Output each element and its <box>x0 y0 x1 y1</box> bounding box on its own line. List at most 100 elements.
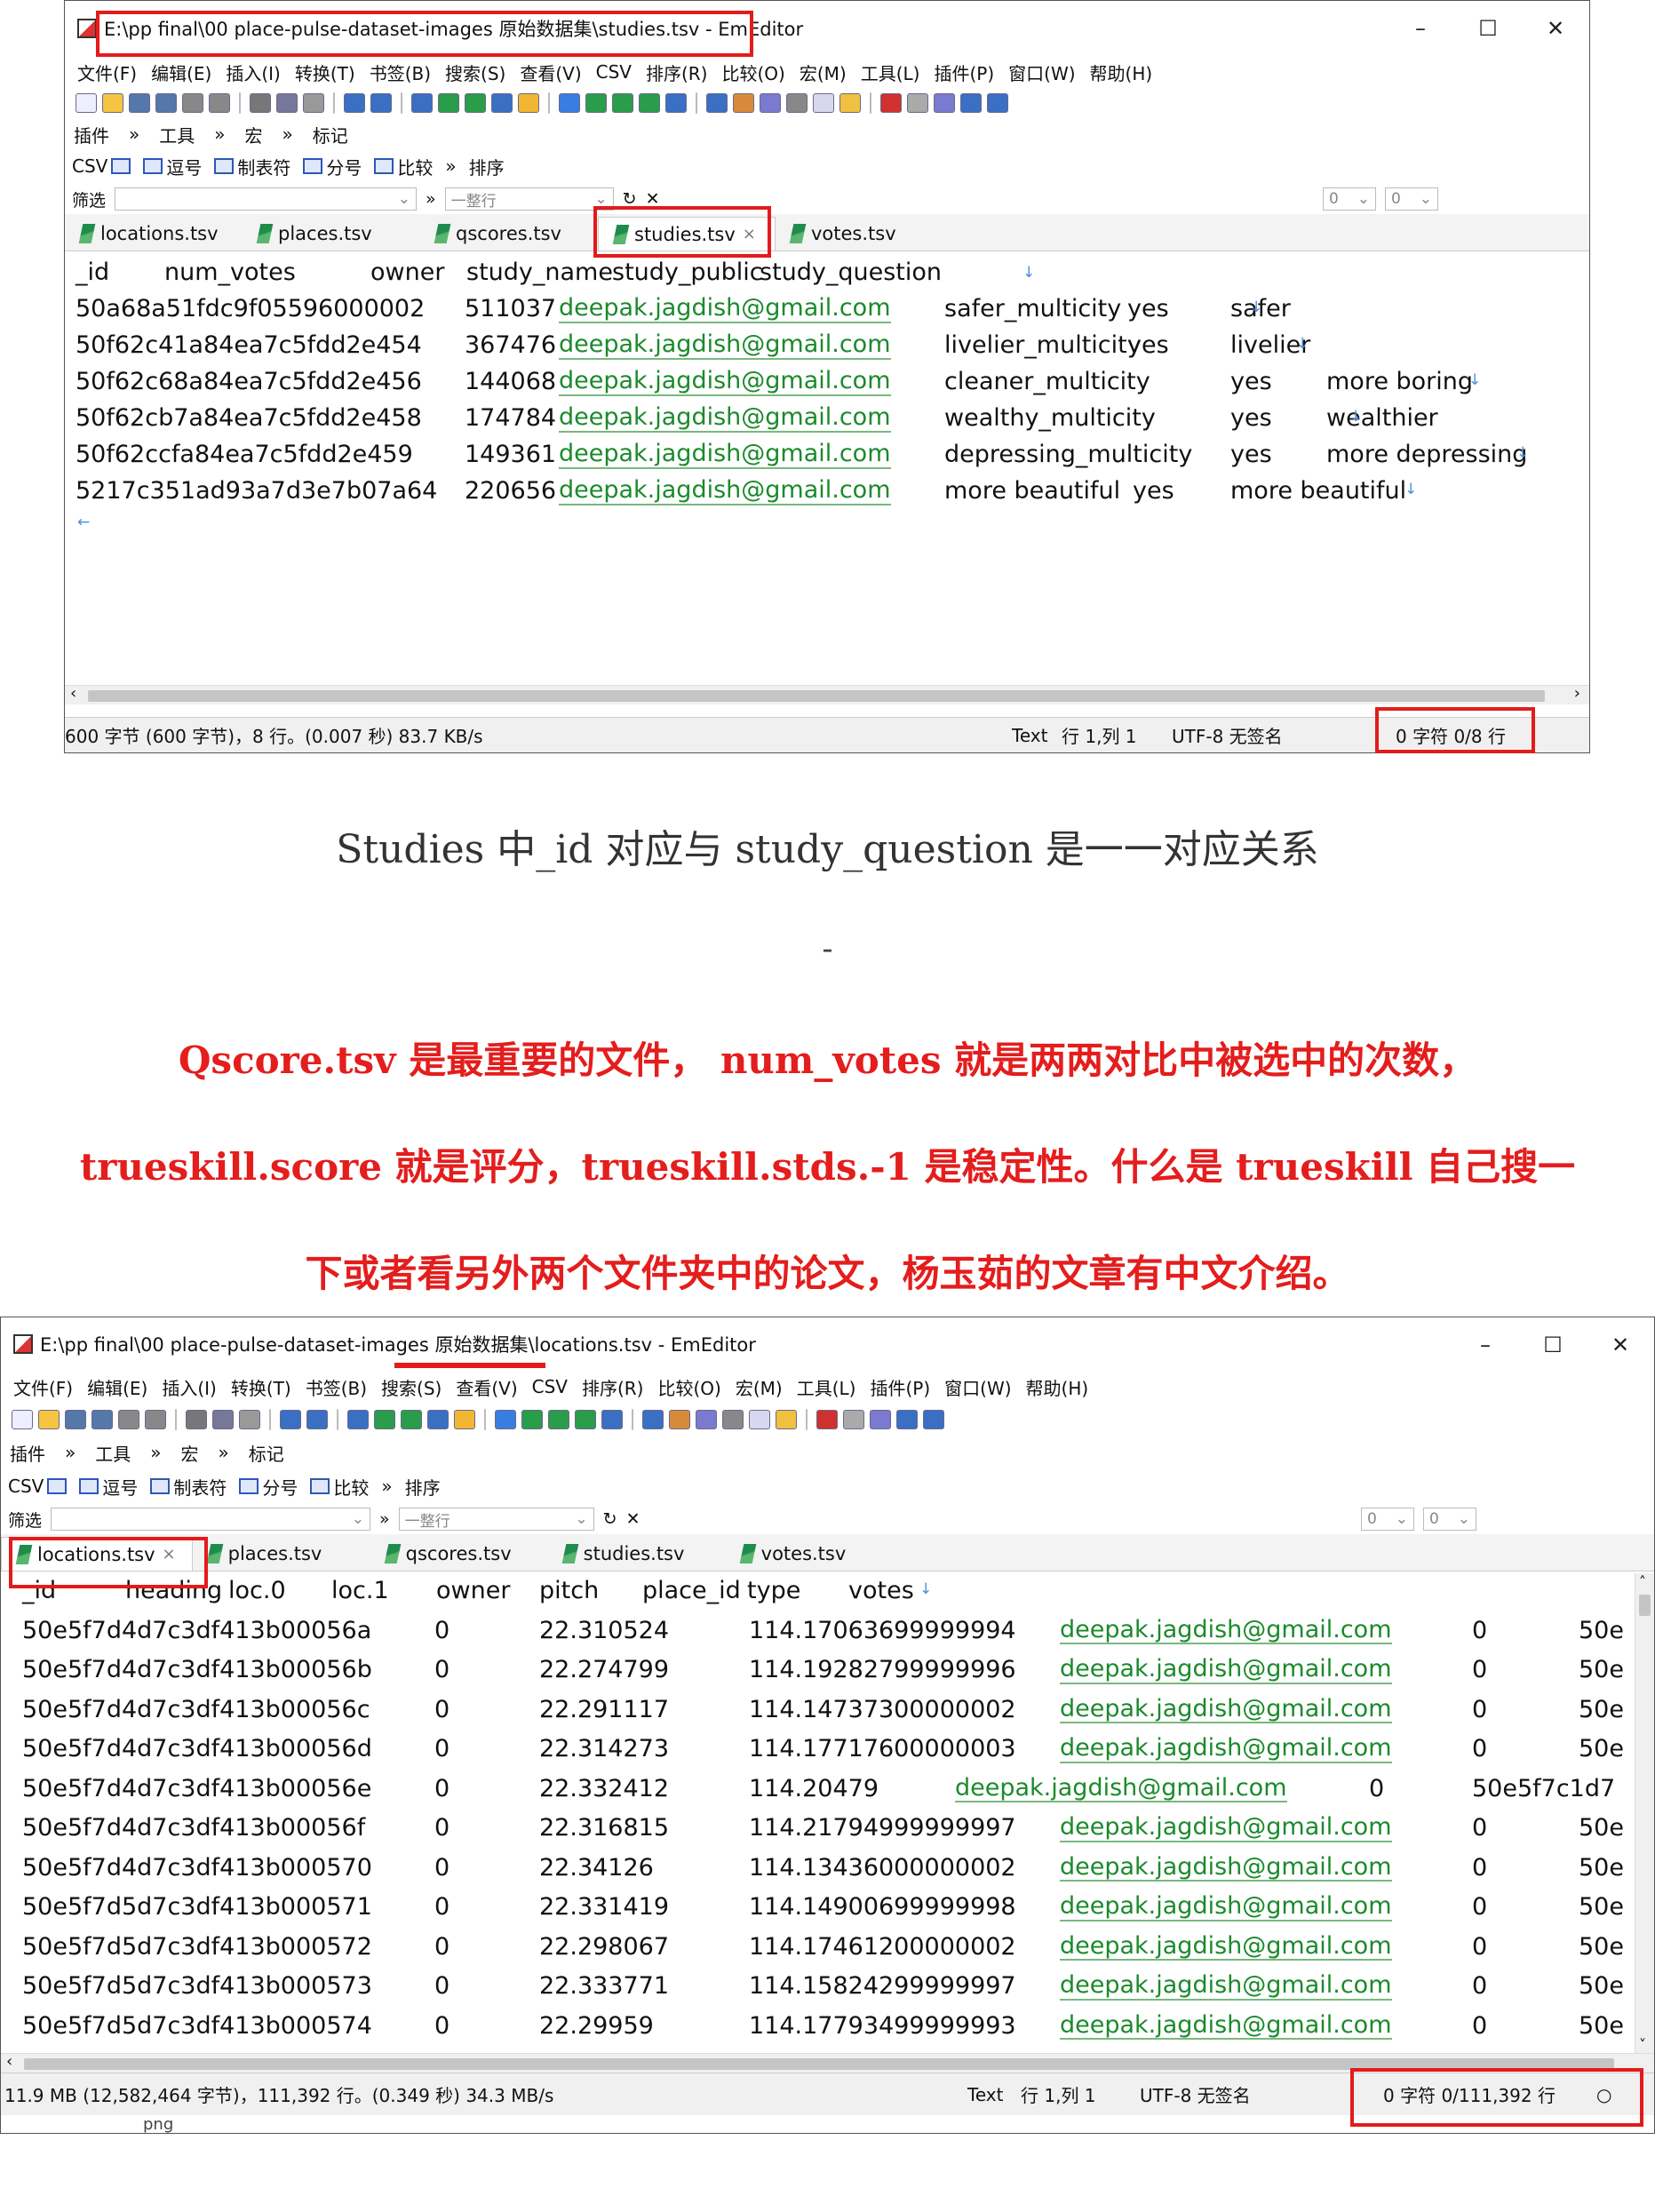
email-link[interactable]: deepak.jagdish@gmail.com <box>1060 1616 1392 1645</box>
compare-button[interactable]: 比较 <box>310 1474 369 1500</box>
menu-item[interactable]: 编辑(E) <box>87 1374 147 1400</box>
tab-studies[interactable]: studies.tsv <box>548 1537 726 1571</box>
column-header[interactable]: num_votes <box>164 259 296 286</box>
table-row[interactable]: 50e5f7d5d7c3df413b000572 0 22.298067 114.17… <box>1 1932 1654 1973</box>
table-row[interactable]: 50e5f7d4d7c3df413b00056c 0 22.291117 114.14… <box>1 1695 1654 1736</box>
filter-input[interactable]: ⌄ <box>51 1508 371 1531</box>
table-row[interactable]: 50e5f7d4d7c3df413b00056e 0 22.332412 114.20… <box>1 1774 1654 1815</box>
menu-item[interactable]: 搜索(S) <box>445 60 505 85</box>
table-row[interactable]: 50e5f7d4d7c3df413b00056d 0 22.314273 114.17… <box>1 1735 1654 1775</box>
menu-item[interactable]: 插件(P) <box>934 60 994 85</box>
close-icon[interactable]: × <box>743 225 756 243</box>
tool-icon[interactable] <box>786 93 808 113</box>
filter-input[interactable]: ⌄ <box>115 187 418 211</box>
email-link[interactable]: deepak.jagdish@gmail.com <box>1060 1932 1392 1961</box>
save-all-icon[interactable] <box>92 1410 113 1429</box>
email-link[interactable]: deepak.jagdish@gmail.com <box>1060 1853 1392 1882</box>
scrollbar-thumb[interactable] <box>1639 1595 1651 1616</box>
table-row[interactable]: 50f62c68a84ea7c5fdd2e456 144068 deepak.jag… <box>65 368 1589 404</box>
email-link[interactable]: deepak.jagdish@gmail.com <box>1060 1893 1392 1922</box>
menu-item[interactable]: 工具(L) <box>861 60 920 85</box>
copy-icon[interactable] <box>276 93 298 113</box>
tab-locations[interactable]: locations.tsv × <box>1 1537 193 1571</box>
table-row[interactable]: 50f62ccfa84ea7c5fdd2e459 149361 deepak.jag… <box>65 441 1589 477</box>
status-encoding[interactable]: UTF-8 无签名 <box>1172 722 1283 748</box>
undo-icon[interactable] <box>280 1410 301 1429</box>
macro-icon[interactable] <box>870 1410 891 1429</box>
macros-label[interactable]: 宏 <box>245 122 263 147</box>
open-folder-icon[interactable] <box>102 93 123 113</box>
paste-icon[interactable] <box>239 1410 260 1429</box>
horizontal-scrollbar[interactable]: ‹ › <box>65 684 1589 704</box>
table-row[interactable]: 50f62c41a84ea7c5fdd2e454 367476 deepak.jag… <box>65 331 1589 368</box>
menu-item[interactable]: 窗口(W) <box>944 1374 1011 1400</box>
print-icon[interactable] <box>118 1410 139 1429</box>
minimize-button[interactable]: – <box>1452 1317 1519 1373</box>
window-icon[interactable] <box>612 93 633 113</box>
table-row[interactable]: 50f62cb7a84ea7c5fdd2e458 174784 deepak.jag… <box>65 404 1589 441</box>
menu-item[interactable]: 比较(O) <box>658 1374 721 1400</box>
plugins-label[interactable]: 插件 <box>10 1440 45 1466</box>
email-link[interactable]: deepak.jagdish@gmail.com <box>559 477 891 505</box>
config-icon[interactable] <box>706 93 728 113</box>
minimize-button[interactable]: – <box>1387 1 1454 56</box>
email-link[interactable]: deepak.jagdish@gmail.com <box>559 441 891 469</box>
overflow-chevron-icon[interactable]: » <box>214 123 225 145</box>
save-icon[interactable] <box>65 1410 86 1429</box>
print-icon[interactable] <box>182 93 203 113</box>
menu-item[interactable]: 转换(T) <box>231 1374 291 1400</box>
semicolon-mode-button[interactable]: 分号 <box>239 1474 298 1500</box>
compare-button[interactable]: 比较 <box>374 154 433 179</box>
csv-mode-button[interactable]: CSV <box>72 155 131 177</box>
menu-item[interactable]: 宏(M) <box>800 60 847 85</box>
list-icon[interactable] <box>839 93 861 113</box>
tool-icon[interactable] <box>696 1410 717 1429</box>
find-icon[interactable] <box>411 93 433 113</box>
email-link[interactable]: deepak.jagdish@gmail.com <box>559 368 891 396</box>
undo-icon[interactable] <box>344 93 365 113</box>
semicolon-mode-button[interactable]: 分号 <box>303 154 362 179</box>
studies-grid[interactable]: _id num_votes owner study_name study_public s… <box>65 253 1589 680</box>
filter-number-select[interactable]: 0 ⌄ <box>1361 1508 1414 1531</box>
maximize-button[interactable]: ☐ <box>1519 1317 1587 1373</box>
paste-icon[interactable] <box>303 93 324 113</box>
highlight-icon[interactable] <box>518 93 539 113</box>
tab-studies[interactable]: studies.tsv × <box>598 217 776 251</box>
split-icon[interactable] <box>521 1410 543 1429</box>
menu-item[interactable]: 宏(M) <box>736 1374 783 1400</box>
view-icon[interactable] <box>813 93 834 113</box>
view-icon[interactable] <box>749 1410 770 1429</box>
config-icon[interactable] <box>642 1410 664 1429</box>
print-preview-icon[interactable] <box>145 1410 166 1429</box>
column-header[interactable]: owner <box>370 259 444 286</box>
menu-item[interactable]: 帮助(H) <box>1090 60 1153 85</box>
column-header[interactable]: loc.0 <box>228 1577 286 1604</box>
menu-item[interactable]: 插件(P) <box>870 1374 930 1400</box>
locations-grid[interactable]: _id heading loc.0 loc.1 owner pitch place_id ty… <box>1 1573 1654 2053</box>
email-link[interactable]: deepak.jagdish@gmail.com <box>1060 1656 1392 1684</box>
table-row[interactable]: 50e5f7d5d7c3df413b000571 0 22.331419 114.14… <box>1 1893 1654 1933</box>
split-icon[interactable] <box>585 93 607 113</box>
new-file-icon[interactable] <box>12 1410 33 1429</box>
wrench-icon[interactable] <box>923 1410 944 1429</box>
table-row[interactable]: 50e5f7d4d7c3df413b00056f 0 22.316815 114.21… <box>1 1814 1654 1854</box>
table-row[interactable]: 50e5f7d4d7c3df413b00056a 0 22.310524 114.17… <box>1 1616 1654 1657</box>
filter-number-select[interactable]: 0 ⌄ <box>1423 1508 1476 1531</box>
overflow-chevron-icon[interactable]: » <box>445 155 456 177</box>
menu-item[interactable]: 排序(R) <box>582 1374 644 1400</box>
overflow-chevron-icon[interactable]: » <box>426 189 436 209</box>
table-row[interactable]: 50a68a51fdc9f05596000002 511037 deepak.jag… <box>65 295 1589 331</box>
menu-item[interactable]: 窗口(W) <box>1008 60 1075 85</box>
find-prev-icon[interactable] <box>401 1410 422 1429</box>
tools-label[interactable]: 工具 <box>159 122 195 147</box>
menu-item[interactable]: 查看(V) <box>456 1374 517 1400</box>
clear-filter-icon[interactable]: ✕ <box>626 1509 641 1529</box>
column-header[interactable]: owner <box>436 1577 510 1604</box>
highlight-icon[interactable] <box>454 1410 475 1429</box>
menu-item[interactable]: 书签(B) <box>370 60 431 85</box>
macro-icon[interactable] <box>934 93 955 113</box>
overflow-chevron-icon[interactable]: » <box>381 1476 392 1497</box>
comma-mode-button[interactable]: 逗号 <box>143 154 202 179</box>
wrench-icon[interactable] <box>987 93 1008 113</box>
email-link[interactable]: deepak.jagdish@gmail.com <box>1060 1735 1392 1763</box>
